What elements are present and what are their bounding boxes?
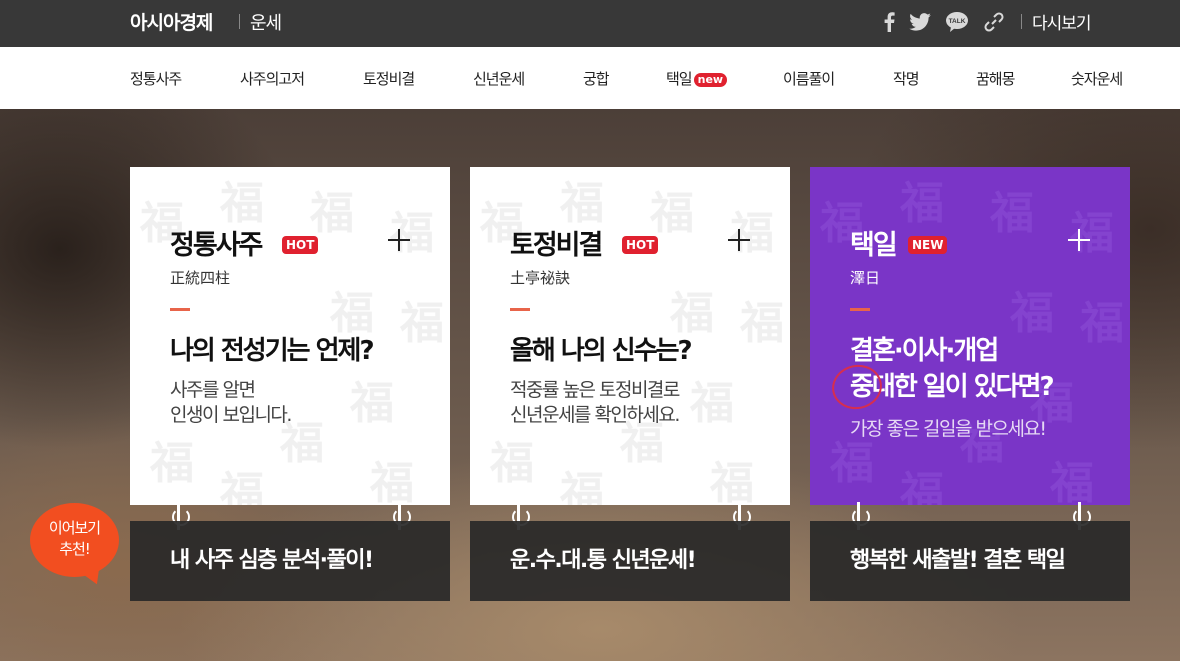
plus-icon[interactable] [728, 229, 750, 251]
card-taegil[interactable]: 福福福福 福福福福 福福福 택일 NEW 澤日 결혼·이사·개업 중대한 일이 … [810, 167, 1130, 505]
nav-item-tojeong-bigyeol[interactable]: 토정비결 [363, 68, 415, 89]
accent-line [170, 308, 190, 311]
card-description-line: 사주를 알면 [170, 379, 256, 401]
bubble-line: 추천! [59, 540, 91, 558]
nav-item-sutja-unse[interactable]: 숫자운세 [1071, 68, 1123, 89]
accent-line [510, 308, 530, 311]
divider [1021, 14, 1022, 29]
card-description-line: 신년운세를 확인하세요. [510, 404, 680, 426]
bubble-line: 이어보기 [48, 519, 101, 537]
hot-badge: HOT [282, 236, 319, 254]
plus-icon[interactable] [1068, 229, 1090, 251]
nav-item-ireum-puri[interactable]: 이름풀이 [783, 68, 835, 89]
card-hanja: 正統四柱 [170, 269, 231, 287]
readmore-link[interactable]: 다시보기 [1032, 9, 1092, 34]
link-icon[interactable] [982, 9, 1006, 35]
kakaotalk-icon[interactable]: TALK [944, 9, 970, 35]
card-title: 토정비결 [510, 230, 603, 261]
nav-item-saju-gojeo[interactable]: 사주의고저 [240, 68, 305, 89]
nav-item-label: 택일 [666, 70, 693, 88]
card-cta-bar[interactable]: 운.수.대.통 신년운세! [470, 521, 790, 601]
card-description: 사주를 알면 인생이 보입니다. [170, 378, 440, 428]
card-headline-line: 결혼·이사·개업 [850, 336, 999, 366]
card-headline-line: 중대한 일이 있다면? [850, 372, 1055, 402]
card-description-line: 인생이 보입니다. [170, 404, 292, 426]
card-description: 가장 좋은 길일을 받으세요! [850, 418, 1047, 440]
accent-line [850, 308, 870, 311]
nav-item-kkum-haemong[interactable]: 꿈해몽 [976, 68, 1015, 89]
card-cta-bar[interactable]: 행복한 새출발! 결혼 택일 [810, 521, 1130, 601]
nav-item-jeongtong-saju[interactable]: 정통사주 [130, 68, 182, 89]
card-hanja: 澤日 [850, 269, 881, 287]
facebook-icon[interactable] [880, 9, 898, 35]
main-nav: 정통사주 사주의고저 토정비결 신년운세 궁합 택일 new 이름풀이 작명 꿈해… [0, 47, 1180, 109]
brand-logo[interactable]: 아시아경제 [130, 8, 213, 35]
nav-item-sinnyeon-unse[interactable]: 신년운세 [473, 68, 525, 89]
top-bar: 아시아경제 운세 TALK 다시보기 [0, 0, 1180, 47]
recommend-bubble-button[interactable]: 이어보기 추천! [30, 503, 119, 577]
twitter-icon[interactable] [908, 9, 932, 35]
new-badge: NEW [908, 236, 948, 254]
new-badge: new [693, 73, 728, 87]
nav-item-taegil[interactable]: 택일 new [666, 68, 728, 89]
nav-item-jakmyeong[interactable]: 작명 [893, 68, 920, 89]
plus-icon[interactable] [388, 229, 410, 251]
hot-badge: HOT [622, 236, 659, 254]
card-description-line: 적중률 높은 토정비결로 [510, 379, 680, 401]
talk-label: TALK [949, 18, 966, 25]
section-title[interactable]: 운세 [250, 9, 282, 35]
nav-item-gunghap[interactable]: 궁합 [583, 68, 610, 89]
card-hanja: 土亭祕訣 [510, 269, 571, 287]
card-title: 정통사주 [170, 230, 263, 261]
card-headline: 나의 전성기는 언제? [170, 336, 375, 366]
card-tojeong-bigyeol[interactable]: 福福福福 福福福福 福福福 토정비결 HOT 土亭祕訣 올해 나의 신수는? 적… [470, 167, 790, 505]
card-jeongtong-saju[interactable]: 福福福福 福福福福 福福福 정통사주 HOT 正統四柱 나의 전성기는 언제? … [130, 167, 450, 505]
card-headline: 올해 나의 신수는? [510, 336, 693, 366]
card-description: 적중률 높은 토정비결로 신년운세를 확인하세요. [510, 378, 780, 428]
card-cta-bar[interactable]: 내 사주 심층 분석·풀이! [130, 521, 450, 601]
divider [239, 14, 240, 29]
card-headline: 결혼·이사·개업 중대한 일이 있다면? [850, 333, 1120, 405]
card-title: 택일 [850, 230, 898, 261]
